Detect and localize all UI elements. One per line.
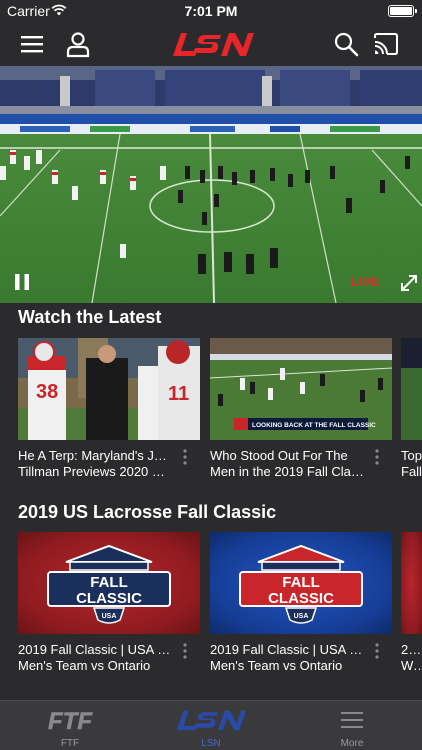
tab-bar: FTF FTF LSN More: [0, 700, 422, 750]
fall-classic-logo: FALL CLASSIC USA: [239, 544, 363, 624]
fall-classic-logo: FALL CLASSIC USA: [47, 544, 171, 624]
svg-text:FALL: FALL: [282, 574, 320, 591]
tab-label: FTF: [60, 738, 80, 749]
video-card-title: Who Stood Out For The Men in the 2019 Fa…: [210, 448, 364, 479]
video-card[interactable]: FALL CLASSIC USA 2019 Fall Classic | USA…: [18, 532, 200, 677]
menu-icon[interactable]: [18, 30, 46, 58]
video-card[interactable]: 38 11 He A Terp: Maryland's John Tillman…: [18, 338, 200, 483]
tab-ftf[interactable]: FTF FTF: [0, 701, 140, 750]
svg-text:FTF: FTF: [48, 708, 93, 733]
video-thumbnail: [401, 532, 422, 634]
tab-lsn[interactable]: LSN: [141, 701, 281, 750]
video-card[interactable]: Top Fall: [401, 338, 422, 483]
video-card-title: 2019 Fall Classic | USA U15 Men's Team v…: [210, 642, 364, 673]
live-badge: LIVE: [351, 275, 380, 289]
tab-label: LSN: [201, 738, 221, 749]
svg-text:11: 11: [168, 383, 189, 405]
video-card-title: Top Fall: [401, 448, 422, 479]
video-frame-image: [0, 66, 422, 303]
video-thumbnail: FALL CLASSIC USA: [210, 532, 392, 634]
tab-more[interactable]: More: [282, 701, 422, 750]
lsn-logo[interactable]: [171, 30, 255, 58]
video-card-title: He A Terp: Maryland's John Tillman Previ…: [18, 448, 172, 479]
tab-label: More: [340, 738, 364, 749]
more-options-icon[interactable]: [374, 448, 380, 466]
video-player[interactable]: [0, 66, 422, 303]
hamburger-icon: [341, 712, 363, 728]
more-options-icon[interactable]: [182, 448, 188, 466]
pause-icon[interactable]: [12, 272, 32, 292]
svg-text:USA: USA: [294, 613, 309, 620]
battery-icon: [388, 5, 417, 17]
svg-text:FALL: FALL: [90, 574, 128, 591]
thumbnail-overlay-text: LOOKING BACK AT THE FALL CLASSIC: [252, 422, 376, 429]
video-card-title: 201 Wor: [401, 642, 422, 673]
fullscreen-icon[interactable]: [398, 272, 420, 294]
section-title-fall-classic: 2019 US Lacrosse Fall Classic: [18, 502, 277, 522]
top-nav: [0, 22, 422, 66]
search-icon[interactable]: [332, 30, 360, 58]
video-thumbnail: FALL CLASSIC USA: [18, 532, 200, 634]
profile-icon[interactable]: [64, 30, 92, 58]
svg-text:USA: USA: [102, 613, 117, 620]
video-thumbnail: LOOKING BACK AT THE FALL CLASSIC: [210, 338, 392, 440]
clock: 7:01 PM: [184, 3, 238, 19]
svg-text:CLASSIC: CLASSIC: [76, 590, 142, 607]
more-options-icon[interactable]: [374, 642, 380, 660]
svg-text:CLASSIC: CLASSIC: [268, 590, 334, 607]
video-card[interactable]: 201 Wor: [401, 532, 422, 677]
cast-icon[interactable]: [372, 30, 400, 58]
status-bar: Carrier 7:01 PM: [0, 0, 422, 22]
lsn-tab-logo: [176, 710, 247, 731]
video-card-title: 2019 Fall Classic | USA U17 Men's Team v…: [18, 642, 172, 673]
video-thumbnail: [401, 338, 422, 440]
svg-text:38: 38: [36, 381, 58, 403]
video-card[interactable]: LOOKING BACK AT THE FALL CLASSIC Who Sto…: [210, 338, 392, 483]
video-card[interactable]: FALL CLASSIC USA 2019 Fall Classic | USA…: [210, 532, 392, 677]
ftf-logo: FTF: [48, 708, 94, 733]
video-thumbnail: 38 11: [18, 338, 200, 440]
more-options-icon[interactable]: [182, 642, 188, 660]
section-title-watch-latest: Watch the Latest: [18, 307, 162, 327]
